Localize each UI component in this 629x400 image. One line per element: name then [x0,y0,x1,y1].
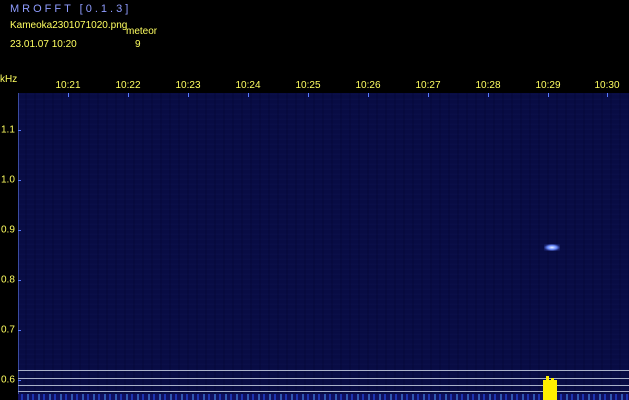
event-label: meteor [126,26,158,37]
frequency-axis-line [18,93,19,400]
carrier-signal-peak [551,378,554,380]
time-tick [428,93,429,97]
frequency-tick [18,330,21,331]
band-marker-line [18,385,629,386]
frequency-label: 0.7 [1,324,15,336]
time-tick [188,93,189,97]
frequency-label: 0.9 [1,224,15,236]
frequency-label: 0.6 [1,374,15,386]
date-time: 23.01.07 10:20 [10,39,77,50]
time-label: 10:25 [295,80,321,91]
time-tick [308,93,309,97]
band-marker-line [18,391,629,392]
time-tick [548,93,549,97]
frequency-tick [18,380,21,381]
spectrogram-window: MROFFT [0.1.3] Kameoka2301071020.png met… [0,0,629,400]
carrier-signal-peak [546,376,549,380]
time-label: 10:23 [175,80,201,91]
frequency-tick [18,130,21,131]
time-tick [607,93,608,97]
band-marker-line [18,378,629,379]
event-count: 9 [135,39,141,50]
spectrogram-area [18,93,629,400]
time-tick [68,93,69,97]
time-label: 10:27 [415,80,441,91]
frequency-label: 1.0 [1,174,15,186]
time-tick [368,93,369,97]
time-tick [128,93,129,97]
time-label: 10:21 [55,80,81,91]
time-label: 10:22 [115,80,141,91]
app-title: MROFFT [0.1.3] [10,3,132,15]
noise-floor-strip [18,394,629,400]
time-tick [248,93,249,97]
meteor-echo [544,244,560,251]
time-label: 10:28 [475,80,501,91]
time-label: 10:29 [535,80,561,91]
frequency-tick [18,180,21,181]
frequency-unit-label: kHz [0,74,18,85]
time-tick [488,93,489,97]
file-name: Kameoka2301071020.png [10,20,128,31]
frequency-label: 1.1 [1,124,15,136]
frequency-tick [18,230,21,231]
time-label: 10:26 [355,80,381,91]
frequency-tick [18,280,21,281]
time-label: 10:24 [235,80,261,91]
frequency-label: 0.8 [1,274,15,286]
band-marker-line [18,370,629,371]
time-label: 10:30 [594,80,620,91]
carrier-signal [543,380,557,400]
